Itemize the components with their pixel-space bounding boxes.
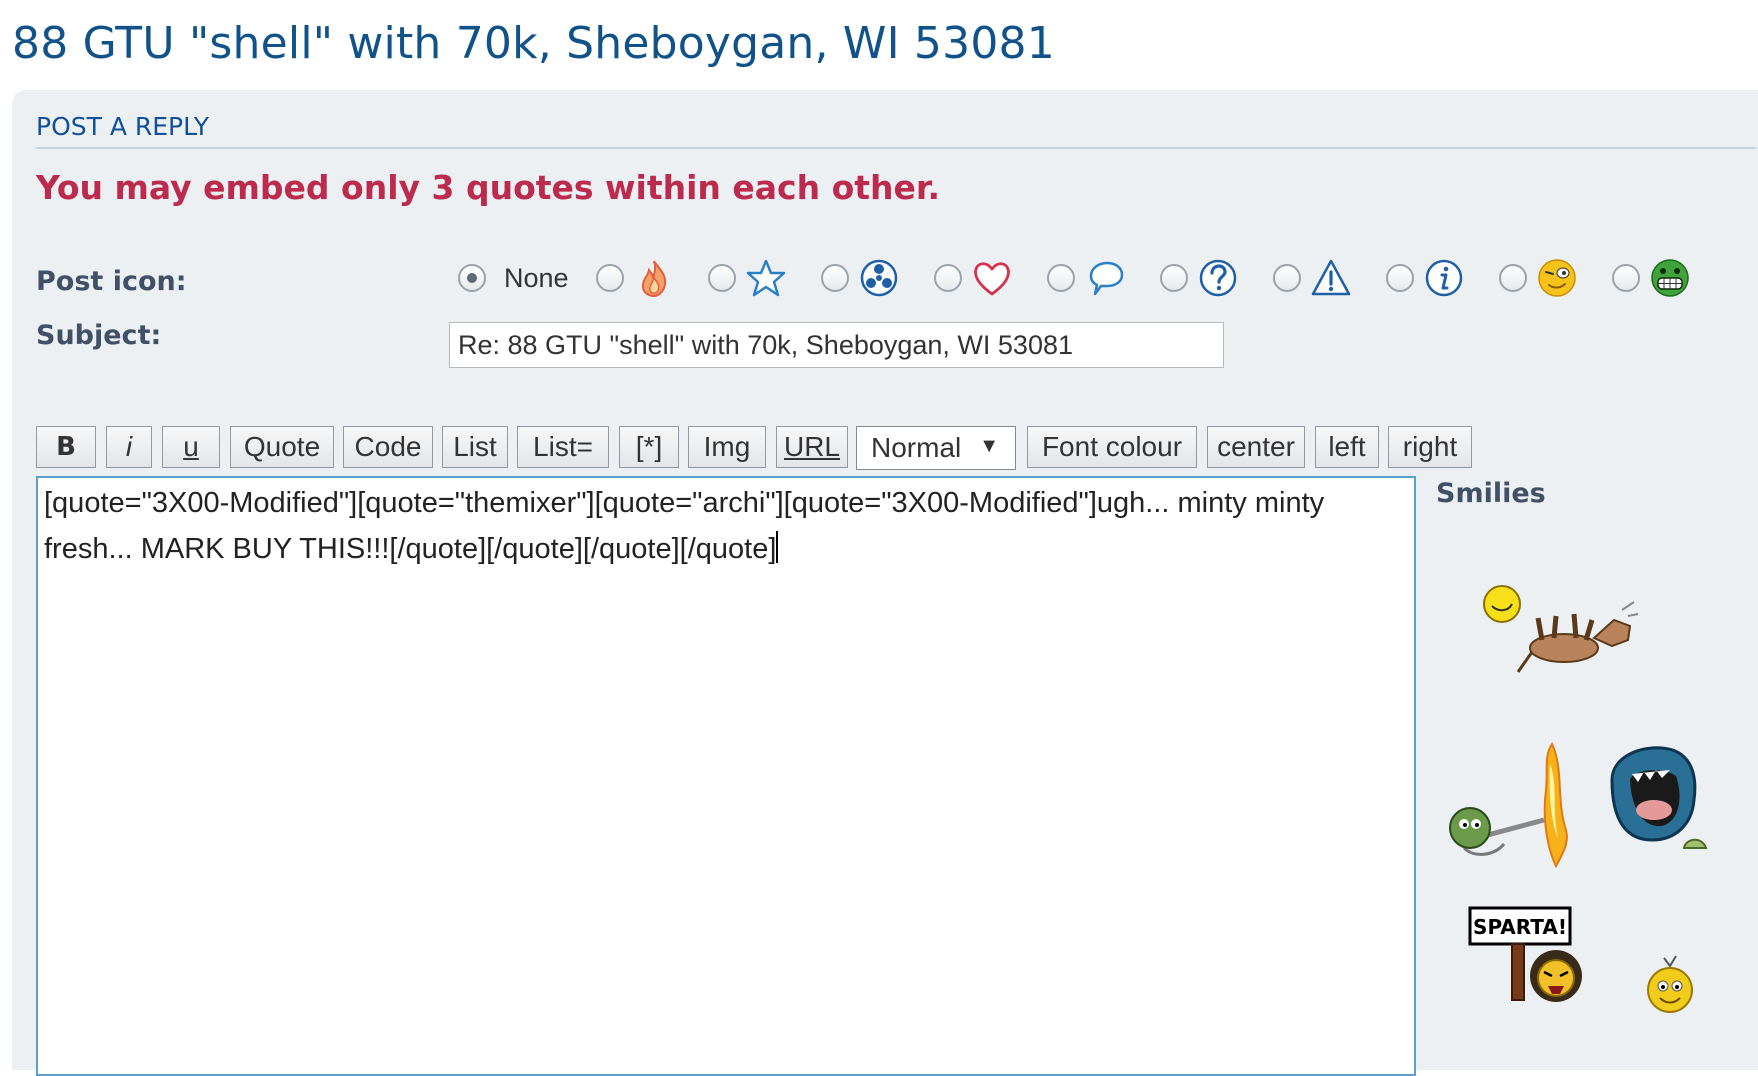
radioactive-icon: [860, 259, 898, 297]
post-icon-radio-speech[interactable]: [1047, 264, 1075, 292]
horse-smiley-icon[interactable]: [1482, 580, 1642, 680]
topic-title: 88 GTU "shell" with 70k, Sheboygan, WI 5…: [12, 18, 1055, 69]
smilies-title: Smilies: [1436, 478, 1546, 509]
post-icon-option-heart[interactable]: [934, 254, 1012, 302]
post-icon-option-none[interactable]: None: [458, 254, 569, 302]
post-icon-radio-warning[interactable]: [1273, 264, 1301, 292]
center-button[interactable]: center: [1207, 426, 1305, 468]
list-button[interactable]: List: [442, 426, 508, 468]
right-button[interactable]: right: [1388, 426, 1472, 468]
img-button[interactable]: Img: [688, 426, 766, 468]
chevron-down-icon: ▼: [979, 435, 999, 457]
star-icon: [746, 259, 786, 297]
post-icon-radio-heart[interactable]: [934, 264, 962, 292]
post-icon-none-label: None: [504, 262, 569, 293]
list-item-button[interactable]: [*]: [619, 426, 679, 468]
bold-button[interactable]: B: [36, 426, 96, 468]
post-icon-option-grin[interactable]: [1612, 254, 1690, 302]
grin-face-icon: [1651, 259, 1689, 297]
post-icon-radio-radioactive[interactable]: [821, 264, 849, 292]
code-button[interactable]: Code: [343, 426, 433, 468]
small-smiley-icon[interactable]: [1644, 950, 1696, 1016]
error-message: You may embed only 3 quotes within each …: [36, 168, 941, 207]
wink-face-icon: [1538, 259, 1576, 297]
subject-label: Subject:: [36, 320, 162, 351]
text-cursor: [776, 531, 779, 563]
font-colour-button[interactable]: Font colour: [1027, 426, 1197, 468]
post-icon-label: Post icon:: [36, 266, 187, 297]
post-icon-radio-wink[interactable]: [1499, 264, 1527, 292]
post-icon-radio-grin[interactable]: [1612, 264, 1640, 292]
font-size-select[interactable]: Normal ▼: [856, 426, 1016, 470]
heart-icon: [974, 262, 1010, 296]
speech-bubble-icon: [1089, 261, 1124, 296]
quote-button[interactable]: Quote: [230, 426, 334, 468]
post-icon-option-fire[interactable]: [596, 254, 674, 302]
ordered-list-button[interactable]: List=: [517, 426, 609, 468]
url-button[interactable]: URL: [776, 426, 848, 468]
panel-heading: POST A REPLY: [36, 112, 1756, 149]
post-reply-panel: POST A REPLY You may embed only 3 quotes…: [12, 90, 1758, 1076]
left-button[interactable]: left: [1315, 426, 1379, 468]
post-icon-option-star[interactable]: [708, 254, 786, 302]
sparta-sign-text: SPARTA!: [1473, 915, 1567, 939]
flamethrower-smiley-icon[interactable]: [1444, 740, 1584, 870]
info-icon: [1425, 259, 1463, 297]
post-icon-options: None: [458, 254, 1758, 302]
post-icon-radio-question[interactable]: [1160, 264, 1188, 292]
screaming-monster-smiley-icon[interactable]: [1602, 740, 1712, 870]
font-size-select-value: Normal: [871, 432, 962, 463]
post-icon-radio-star[interactable]: [708, 264, 736, 292]
post-icon-radio-none[interactable]: [458, 264, 486, 292]
post-icon-option-speech[interactable]: [1047, 254, 1125, 302]
post-icon-option-radioactive[interactable]: [821, 254, 899, 302]
post-icon-option-question[interactable]: [1160, 254, 1238, 302]
warning-icon: [1311, 259, 1351, 296]
message-text: [quote="3X00-Modified"][quote="themixer"…: [44, 487, 1333, 565]
underline-button[interactable]: u: [162, 426, 220, 468]
fire-icon: [641, 260, 667, 298]
question-icon: [1199, 259, 1237, 297]
post-icon-option-info[interactable]: [1386, 254, 1464, 302]
italic-button[interactable]: i: [106, 426, 152, 468]
post-icon-radio-fire[interactable]: [596, 264, 624, 292]
post-icon-radio-info[interactable]: [1386, 264, 1414, 292]
post-icon-option-warning[interactable]: [1273, 254, 1351, 302]
post-icon-option-wink[interactable]: [1499, 254, 1577, 302]
sparta-smiley-icon[interactable]: SPARTA!: [1468, 900, 1598, 1010]
message-textarea[interactable]: [quote="3X00-Modified"][quote="themixer"…: [36, 476, 1416, 1076]
subject-input[interactable]: [449, 322, 1224, 368]
